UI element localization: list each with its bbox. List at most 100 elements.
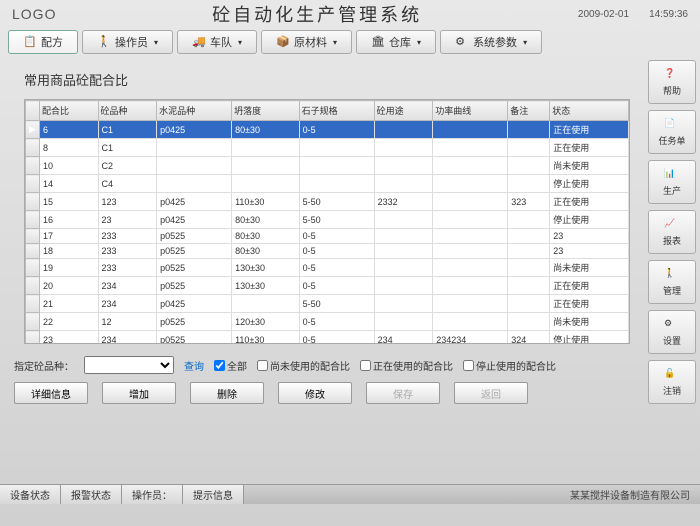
cell[interactable] [433,244,508,259]
cell[interactable]: 停止使用 [550,331,629,345]
cell[interactable]: p0425 [157,121,232,139]
tab-1[interactable]: 🚶操作员▾ [82,30,173,54]
table-row[interactable]: 23234p0525110±300-5234234234324停止使用 [26,331,629,345]
cell[interactable] [433,211,508,229]
sidebar-设置[interactable]: ⚙设置 [648,310,696,354]
cell[interactable]: 233 [98,259,157,277]
cell[interactable] [374,211,433,229]
cell[interactable]: 14 [40,175,99,193]
cell[interactable]: p0525 [157,244,232,259]
table-row[interactable]: 1623p042580±305-50停止使用 [26,211,629,229]
cell[interactable]: 23 [98,211,157,229]
col-header[interactable]: 状态 [550,101,629,121]
cell[interactable] [508,175,550,193]
col-header[interactable]: 功率曲线 [433,101,508,121]
back-button[interactable]: 返回 [454,382,528,404]
cell[interactable]: 正在使用 [550,121,629,139]
cell[interactable]: 20 [40,277,99,295]
cell[interactable] [232,295,300,313]
cell[interactable]: 123 [98,193,157,211]
cell[interactable] [232,157,300,175]
cell[interactable]: C2 [98,157,157,175]
cell[interactable]: 323 [508,193,550,211]
cell[interactable]: 12 [98,313,157,331]
detail-button[interactable]: 详细信息 [14,382,88,404]
sidebar-生产[interactable]: 📊生产 [648,160,696,204]
cell[interactable]: 110±30 [232,331,300,345]
status-alarm[interactable]: 报警状态 [61,485,122,504]
cell[interactable]: 15 [40,193,99,211]
table-row[interactable]: 2212p0525120±300-5尚未使用 [26,313,629,331]
cell[interactable]: 16 [40,211,99,229]
cell[interactable] [157,139,232,157]
table-row[interactable]: 19233p0525130±300-5尚未使用 [26,259,629,277]
cell[interactable] [299,157,374,175]
cell[interactable] [157,157,232,175]
table-row[interactable]: 8C1正在使用 [26,139,629,157]
cell[interactable]: 0-5 [299,229,374,244]
cell[interactable]: 234234 [433,331,508,345]
cell[interactable] [508,259,550,277]
cell[interactable] [374,259,433,277]
cell[interactable] [508,229,550,244]
cell[interactable]: 80±30 [232,229,300,244]
cell[interactable]: 5-50 [299,193,374,211]
edit-button[interactable]: 修改 [278,382,352,404]
cell[interactable]: 0-5 [299,313,374,331]
table-row[interactable]: 20234p0525130±300-5正在使用 [26,277,629,295]
cell[interactable]: p0525 [157,331,232,345]
cell[interactable]: 23 [550,229,629,244]
col-header[interactable]: 砼用途 [374,101,433,121]
cell[interactable]: 22 [40,313,99,331]
col-header[interactable]: 配合比 [40,101,99,121]
cell[interactable]: p0425 [157,211,232,229]
species-select[interactable] [84,356,174,374]
cell[interactable]: 234 [374,331,433,345]
cell[interactable] [374,157,433,175]
sidebar-任务单[interactable]: 📄任务单 [648,110,696,154]
cell[interactable] [508,157,550,175]
cell[interactable]: 正在使用 [550,139,629,157]
cell[interactable]: 233 [98,244,157,259]
cell[interactable] [299,139,374,157]
cell[interactable] [433,157,508,175]
table-row[interactable]: 21234p04255-50正在使用 [26,295,629,313]
filter-unused[interactable]: 尚未使用的配合比 [257,358,350,373]
cell[interactable] [508,244,550,259]
cell[interactable]: 234 [98,331,157,345]
cell[interactable]: 130±30 [232,259,300,277]
cell[interactable]: 尚未使用 [550,259,629,277]
col-header[interactable]: 砼品种 [98,101,157,121]
cell[interactable] [433,259,508,277]
cell[interactable]: p0525 [157,313,232,331]
table-row[interactable]: 10C2尚未使用 [26,157,629,175]
cell[interactable]: 尚未使用 [550,157,629,175]
tab-4[interactable]: 🏛仓库▾ [356,30,436,54]
add-button[interactable]: 增加 [102,382,176,404]
cell[interactable] [508,277,550,295]
cell[interactable] [433,295,508,313]
filter-inuse[interactable]: 正在使用的配合比 [360,358,453,373]
cell[interactable]: p0525 [157,259,232,277]
delete-button[interactable]: 删除 [190,382,264,404]
tab-2[interactable]: 🚚车队▾ [177,30,257,54]
sidebar-管理[interactable]: 🚶管理 [648,260,696,304]
col-header[interactable]: 坍落度 [232,101,300,121]
table-row[interactable]: 14C4停止使用 [26,175,629,193]
cell[interactable] [374,139,433,157]
table-row[interactable]: 17233p052580±300-523 [26,229,629,244]
cell[interactable]: 21 [40,295,99,313]
cell[interactable] [299,175,374,193]
table-row[interactable]: ▶6C1p042580±300-5正在使用 [26,121,629,139]
filter-all[interactable]: 全部 [214,358,247,373]
cell[interactable] [508,121,550,139]
cell[interactable]: C4 [98,175,157,193]
cell[interactable]: p0525 [157,277,232,295]
cell[interactable]: 0-5 [299,331,374,345]
data-grid[interactable]: 配合比砼品种水泥品种坍落度石子规格砼用途功率曲线备注状态▶6C1p042580±… [24,99,630,344]
cell[interactable] [232,139,300,157]
cell[interactable]: 120±30 [232,313,300,331]
tab-3[interactable]: 📦原材料▾ [261,30,352,54]
col-header[interactable]: 水泥品种 [157,101,232,121]
tab-0[interactable]: 📋配方 [8,30,78,54]
